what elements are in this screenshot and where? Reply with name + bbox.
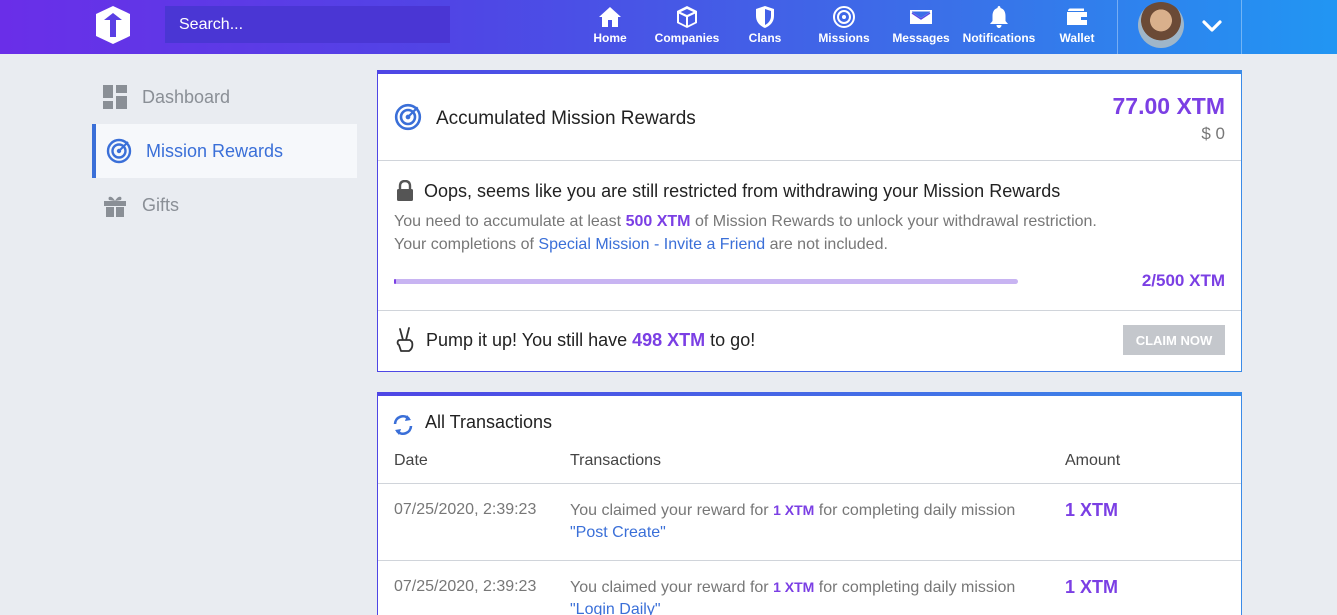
nav-missions[interactable]: Missions [816, 0, 872, 54]
restriction-title: Oops, seems like you are still restricte… [424, 181, 1061, 201]
column-header-date: Date [394, 452, 428, 469]
row-xtm: 1 XTM [773, 579, 815, 595]
sidebar-item-dashboard[interactable]: Dashboard [92, 70, 357, 124]
row-amount: 1 XTM [1065, 500, 1119, 520]
search-input[interactable] [165, 6, 450, 43]
divider [378, 160, 1241, 161]
nav-label: Home [593, 31, 627, 45]
column-header-amount: Amount [1065, 452, 1121, 469]
mission-link[interactable]: "Post Create" [570, 524, 666, 541]
nav-label: Companies [654, 31, 720, 45]
text: Your completions of [394, 236, 539, 253]
mission-rewards-card: Accumulated Mission Rewards 77.00 XTM $ … [377, 70, 1242, 372]
row-description: You claimed your reward for 1 XTM for co… [570, 499, 1040, 544]
pump-message: Pump it up! You still have 498 XTM to go… [426, 330, 755, 351]
sidebar-item-mission-rewards[interactable]: Mission Rewards [92, 124, 357, 178]
transactions-card: All Transactions Date Transactions Amoun… [377, 392, 1242, 615]
rewards-amount: 77.00 XTM [1112, 93, 1226, 119]
logo-icon[interactable] [92, 4, 134, 46]
target-icon [106, 138, 132, 164]
row-description: You claimed your reward for 1 XTM for co… [570, 576, 1040, 615]
victory-hand-icon [396, 327, 414, 352]
target-icon [833, 6, 855, 28]
required-amount: 500 XTM [625, 213, 691, 230]
row-amount: 1 XTM [1065, 577, 1119, 597]
text: are not included. [765, 236, 888, 253]
text: to go! [705, 330, 756, 350]
row-date: 07/25/2020, 2:39:23 [394, 578, 537, 595]
text: Pump it up! You still have [426, 330, 633, 350]
nav-companies[interactable]: Companies [655, 0, 719, 54]
progress-fill [394, 279, 397, 284]
sidebar-item-label: Mission Rewards [146, 140, 284, 161]
lock-icon [397, 180, 413, 201]
text: You claimed your reward for [570, 502, 774, 519]
special-mission-link[interactable]: Special Mission - Invite a Friend [538, 236, 765, 253]
row-xtm: 1 XTM [773, 502, 815, 518]
column-header-transactions: Transactions [570, 452, 661, 469]
remaining-amount: 498 XTM [632, 330, 706, 350]
home-icon [599, 7, 621, 27]
nav-wallet[interactable]: Wallet [1057, 0, 1097, 54]
gift-icon [102, 192, 128, 218]
restriction-description: You need to accumulate at least 500 XTM … [394, 213, 1097, 231]
text: You claimed your reward for [570, 579, 774, 596]
divider [378, 310, 1241, 311]
restriction-note: Your completions of Special Mission - In… [394, 236, 888, 254]
row-date: 07/25/2020, 2:39:23 [394, 501, 537, 518]
nav-notifications[interactable]: Notifications [963, 0, 1035, 54]
nav-label: Missions [818, 31, 870, 45]
withdrawal-progress-bar [394, 279, 1018, 284]
text: for completing daily mission [814, 579, 1016, 596]
nav-label: Notifications [962, 31, 1036, 45]
refresh-icon [393, 415, 413, 435]
claim-now-button[interactable]: CLAIM NOW [1123, 325, 1225, 355]
nav-label: Messages [892, 31, 950, 45]
sidebar-item-gifts[interactable]: Gifts [92, 178, 357, 232]
nav-messages[interactable]: Messages [890, 0, 952, 54]
text: You need to accumulate at least [394, 213, 626, 230]
top-navigation-bar: Home Companies Clans Missions Messages N… [0, 0, 1337, 54]
sidebar-item-label: Dashboard [142, 86, 231, 107]
bell-icon [990, 6, 1008, 28]
nav-label: Wallet [1059, 31, 1095, 45]
progress-text: 2/500 XTM [1141, 271, 1225, 290]
shield-icon [756, 6, 774, 28]
transactions-title: All Transactions [425, 412, 553, 432]
text: for completing daily mission [814, 502, 1016, 519]
avatar[interactable] [1138, 2, 1184, 48]
table-row: 07/25/2020, 2:39:23 You claimed your rew… [378, 484, 1241, 560]
chevron-down-icon[interactable] [1200, 14, 1224, 38]
nav-clans[interactable]: Clans [745, 0, 785, 54]
target-icon [394, 103, 422, 131]
table-row: 07/25/2020, 2:39:23 You claimed your rew… [378, 561, 1241, 615]
envelope-icon [910, 10, 932, 24]
text: of Mission Rewards to unlock your withdr… [690, 213, 1097, 230]
nav-home[interactable]: Home [588, 0, 632, 54]
mission-link[interactable]: "Login Daily" [570, 601, 661, 615]
sidebar-item-label: Gifts [142, 194, 180, 215]
cube-icon [677, 6, 697, 28]
rewards-usd: $ 0 [1201, 124, 1225, 143]
wallet-icon [1067, 8, 1087, 25]
dashboard-icon [102, 84, 128, 110]
nav-label: Clans [748, 31, 782, 45]
nav-separator [1117, 0, 1118, 54]
rewards-title: Accumulated Mission Rewards [436, 108, 696, 129]
nav-separator [1241, 0, 1242, 54]
